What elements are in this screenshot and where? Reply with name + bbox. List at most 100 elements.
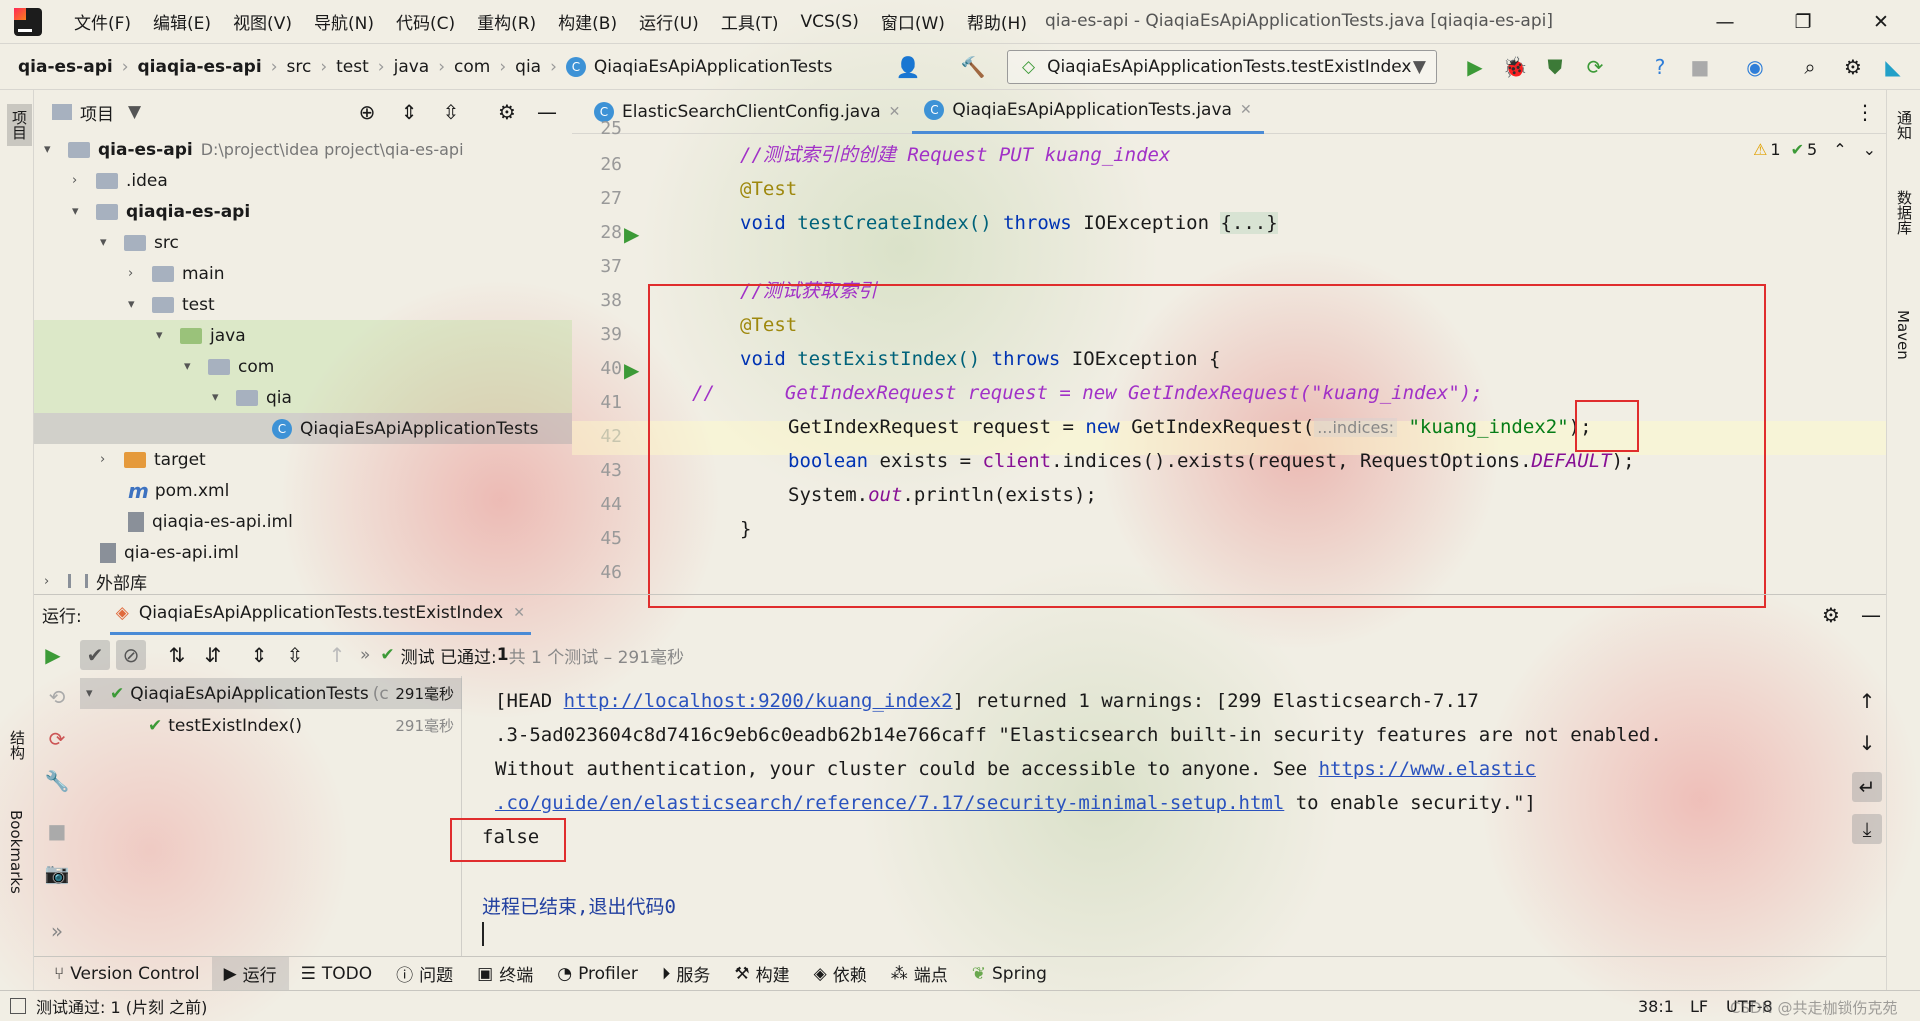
profile-icon[interactable]: ⟳ [1580, 52, 1610, 82]
crumb-test[interactable]: test [336, 57, 369, 77]
search-icon[interactable]: ⌕ [1795, 52, 1825, 82]
debug-icon[interactable]: 🐞 [1500, 52, 1530, 82]
more-icon[interactable]: » [360, 645, 370, 665]
rerun-failed-icon[interactable]: ⟲ [42, 682, 72, 712]
scroll-to-end-icon[interactable]: ⤓ [1852, 814, 1882, 844]
arrow-up-icon[interactable]: ↑ [322, 640, 352, 670]
camera-icon[interactable]: 📷 [42, 858, 72, 888]
console-link[interactable]: .co/guide/en/elasticsearch/reference/7.1… [495, 792, 1284, 814]
gear-icon[interactable]: ⚙ [1816, 600, 1846, 630]
crumb-src[interactable]: src [287, 57, 312, 77]
collapse-all-icon[interactable]: ⇳ [280, 640, 310, 670]
chevron-down-icon[interactable]: ⌄ [1863, 140, 1876, 159]
tool-tab-spring[interactable]: ❦ Spring [960, 957, 1059, 991]
side-tab-structure[interactable]: 结构 [7, 730, 28, 760]
tree-item[interactable]: qia-es-api.iml [100, 537, 239, 568]
crumb-qia[interactable]: qia [515, 57, 541, 77]
tree-item[interactable]: ▾ test [128, 289, 215, 320]
inspection-widget[interactable]: ⚠ 1 ✔ 5 ⌃ ⌄ [1753, 140, 1876, 159]
run-config-select[interactable]: ◇ QiaqiaEsApiApplicationTests.testExistI… [1007, 50, 1437, 84]
build-hammer-icon[interactable]: 🔨 [958, 52, 988, 82]
show-ignored-icon[interactable]: ⊘ [116, 640, 146, 670]
help-icon[interactable]: ? [1645, 52, 1675, 82]
crumb-project[interactable]: qia-es-api [18, 57, 113, 77]
tree-item[interactable]: › 外部库 [44, 568, 147, 594]
tool-tab-endpoints[interactable]: ⁂ 端点 [879, 957, 960, 991]
menu-refactor[interactable]: 重构(R) [477, 9, 536, 34]
arrow-up-icon[interactable]: ↑ [1852, 686, 1882, 716]
jetbrains-icon[interactable]: ◣ [1878, 52, 1908, 82]
toggle-auto-test-icon[interactable]: ⟳ [42, 724, 72, 754]
tool-tab-profiler[interactable]: ◔ Profiler [545, 957, 650, 991]
tree-item[interactable]: › .idea [72, 165, 168, 196]
tool-tab-terminal[interactable]: ▣ 终端 [465, 957, 545, 991]
plugin-icon[interactable]: ◉ [1740, 52, 1770, 82]
tree-item[interactable]: ▾ com [34, 351, 572, 382]
gear-icon[interactable]: ⚙ [492, 97, 522, 127]
side-tab-project[interactable]: 项目 [7, 104, 32, 146]
tree-item[interactable]: ▾ java [34, 320, 572, 351]
close-icon[interactable]: ✕ [513, 605, 525, 621]
tree-item[interactable]: m pom.xml [128, 475, 229, 506]
crumb-module[interactable]: qiaqia-es-api [138, 57, 262, 77]
project-panel-title[interactable]: 项目 [80, 100, 114, 125]
side-tab-database[interactable]: 数据库 [1894, 190, 1915, 235]
side-tab-bookmarks[interactable]: Bookmarks [7, 810, 25, 894]
tool-tab-problems[interactable]: ⓘ 问题 [384, 957, 465, 991]
tree-item[interactable]: ▾ qia [34, 382, 572, 413]
menu-file[interactable]: 文件(F) [74, 9, 131, 34]
menu-tools[interactable]: 工具(T) [721, 9, 779, 34]
stop-icon[interactable]: ■ [1685, 52, 1715, 82]
restore-icon[interactable]: ❐ [1764, 0, 1842, 44]
soft-wrap-icon[interactable]: ↵ [1852, 772, 1882, 802]
menu-navigate[interactable]: 导航(N) [314, 9, 374, 34]
rerun-icon[interactable]: ▶ [38, 640, 68, 670]
console-link[interactable]: http://localhost:9200/kuang_index2 [564, 690, 953, 712]
run-test-icon[interactable]: ▶ [624, 222, 639, 246]
close-icon[interactable]: ✕ [1240, 102, 1252, 118]
tree-item[interactable]: › target [100, 444, 206, 475]
crumb-java[interactable]: java [394, 57, 430, 77]
show-passed-icon[interactable]: ✔ [80, 640, 110, 670]
code-editor[interactable]: ⚠ 1 ✔ 5 ⌃ ⌄ 25 26 27 28 37 38 39 40 41 42 4… [572, 118, 1886, 608]
chevron-down-icon[interactable]: ▼ [128, 102, 141, 122]
crumb-class[interactable]: QiaqiaEsApiApplicationTests [594, 57, 833, 77]
coverage-icon[interactable]: ⛊ [1540, 52, 1570, 82]
wrench-icon[interactable]: 🔧 [42, 766, 72, 796]
tree-item[interactable]: qiaqia-es-api.iml [128, 506, 293, 537]
tree-item[interactable]: ▾ qia-es-api D:\project\idea project\qia-e… [44, 134, 464, 165]
run-tab[interactable]: ◈ QiaqiaEsApiApplicationTests.testExistI… [109, 595, 531, 635]
tool-tab-run[interactable]: ▶ 运行 [211, 956, 289, 991]
arrow-down-icon[interactable]: ↓ [1852, 728, 1882, 758]
menu-run[interactable]: 运行(U) [639, 9, 699, 34]
hide-icon[interactable]: — [532, 97, 562, 127]
close-icon[interactable]: ✕ [1842, 0, 1920, 44]
stop-icon[interactable]: ■ [42, 816, 72, 846]
menu-view[interactable]: 视图(V) [233, 9, 292, 34]
tool-tab-services[interactable]: ⏵ 服务 [650, 957, 723, 991]
gear-icon[interactable]: ⚙ [1838, 52, 1868, 82]
run-icon[interactable]: ▶ [1460, 52, 1490, 82]
collapse-all-icon[interactable]: ⇳ [436, 97, 466, 127]
close-icon[interactable]: ✕ [889, 104, 901, 120]
status-toggle-icon[interactable] [10, 998, 26, 1014]
menu-help[interactable]: 帮助(H) [967, 9, 1027, 34]
tab-tests[interactable]: C QiaqiaEsApiApplicationTests.java ✕ [912, 90, 1264, 134]
side-tab-notifications[interactable]: 通知 [1894, 110, 1915, 140]
crumb-com[interactable]: com [454, 57, 490, 77]
locate-icon[interactable]: ⊕ [352, 97, 382, 127]
tool-tab-todo[interactable]: ☰ TODO [289, 957, 385, 991]
console-output[interactable]: [HEAD http://localhost:9200/kuang_index2… [450, 676, 1840, 956]
test-case-row[interactable]: ✔ testExistIndex() 291毫秒 [80, 710, 462, 741]
more-icon[interactable]: ⋮ [1850, 97, 1880, 127]
tab-elastic-config[interactable]: C ElasticSearchClientConfig.java ✕ [582, 90, 912, 134]
sort-alpha-icon[interactable]: ⇅ [162, 640, 192, 670]
line-separator[interactable]: LF [1690, 997, 1708, 1016]
run-test-icon[interactable]: ▶ [624, 358, 639, 382]
console-link[interactable]: https://www.elastic [1319, 758, 1536, 780]
tool-tab-build[interactable]: ⚒ 构建 [722, 957, 801, 991]
menu-code[interactable]: 代码(C) [396, 9, 455, 34]
tree-item[interactable]: › main [128, 258, 224, 289]
menu-window[interactable]: 窗口(W) [881, 9, 945, 34]
test-suite-row[interactable]: ▾ ✔ QiaqiaEsApiApplicationTests (c 291毫秒 [80, 678, 462, 709]
